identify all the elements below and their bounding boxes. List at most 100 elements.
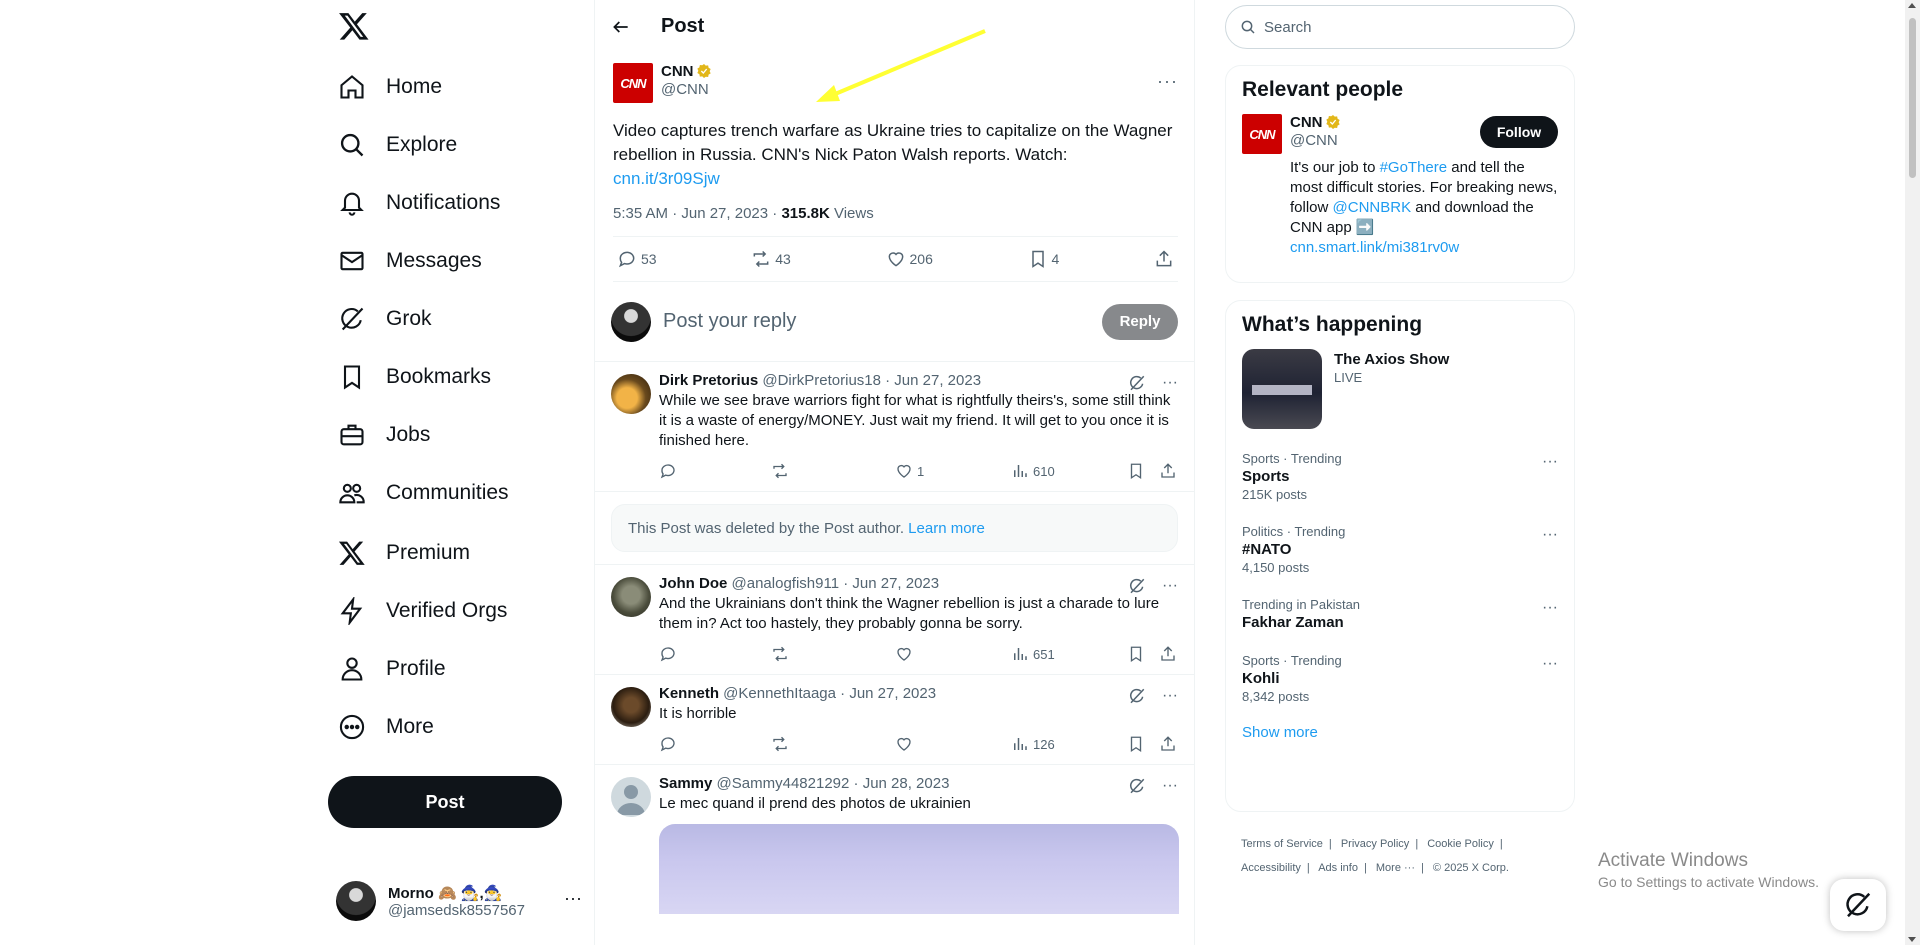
reply-action[interactable] — [659, 735, 677, 753]
reply-item[interactable]: ··· Dirk Pretorius @DirkPretorius18 · Ju… — [595, 362, 1194, 492]
show-more-link[interactable]: Show more — [1242, 724, 1318, 741]
grok-icon[interactable] — [1128, 577, 1146, 595]
like-action[interactable] — [895, 645, 913, 663]
reply-action[interactable] — [659, 462, 677, 480]
more-dots-icon[interactable]: ··· — [1157, 71, 1178, 92]
cnn-avatar[interactable]: CNN — [1242, 114, 1282, 154]
nav-jobs[interactable]: Jobs — [338, 410, 430, 460]
x-logo-icon[interactable] — [338, 10, 378, 50]
post-button[interactable]: Post — [328, 776, 562, 828]
trend-item[interactable]: Sports · Trending Sports 215K posts ··· — [1226, 451, 1574, 502]
reply-date[interactable]: · Jun 27, 2023 — [836, 685, 936, 702]
like-action[interactable]: 1 — [895, 462, 924, 480]
footer-link[interactable]: Ads info — [1318, 862, 1358, 874]
author-name[interactable]: CNN — [661, 63, 694, 80]
footer-link[interactable]: Accessibility — [1241, 862, 1301, 874]
footer-link[interactable]: Cookie Policy — [1427, 838, 1494, 850]
nav-more[interactable]: More — [338, 702, 434, 752]
more-dots-icon[interactable]: ··· — [1542, 453, 1558, 471]
more-dots-icon[interactable]: ··· — [1542, 526, 1558, 544]
reply-item[interactable]: ··· Kenneth @KennethItaaga · Jun 27, 202… — [595, 675, 1194, 765]
nav-bookmarks[interactable]: Bookmarks — [338, 352, 491, 402]
nav-communities[interactable]: Communities — [338, 468, 509, 518]
views-action[interactable]: 610 — [1011, 462, 1055, 480]
like-action[interactable] — [895, 735, 913, 753]
cnn-avatar[interactable]: CNN — [613, 63, 653, 103]
footer-link[interactable]: More ··· — [1376, 862, 1415, 874]
footer-link[interactable]: Privacy Policy — [1341, 838, 1409, 850]
learn-more-link[interactable]: Learn more — [908, 520, 985, 537]
bio-mention-link[interactable]: @CNNBRK — [1333, 199, 1412, 216]
reply-action[interactable]: 53 — [617, 249, 657, 269]
nav-profile[interactable]: Profile — [338, 644, 446, 694]
views-action[interactable]: 651 — [1011, 645, 1055, 663]
default-avatar-icon[interactable] — [611, 777, 651, 817]
trend-item[interactable]: Politics · Trending #NATO 4,150 posts ··… — [1226, 524, 1574, 575]
nav-premium[interactable]: Premium — [338, 528, 470, 578]
repost-action[interactable] — [771, 462, 789, 480]
views-action[interactable]: 126 — [1011, 735, 1055, 753]
scroll-thumb[interactable] — [1909, 18, 1916, 178]
more-dots-icon[interactable]: ··· — [1162, 687, 1178, 705]
relevant-person[interactable]: CNN CNN @CNN Follow It's our job to #GoT… — [1226, 114, 1574, 258]
account-switcher[interactable]: Morno 🙈 🧙‍♂️,🧙‍♂️ @jamsedsk8557567 ··· — [336, 876, 594, 926]
repost-action[interactable] — [771, 645, 789, 663]
post-timestamp[interactable]: 5:35 AM · Jun 27, 2023 · — [613, 205, 781, 222]
nav-explore[interactable]: Explore — [338, 120, 457, 170]
reply-date[interactable]: · Jun 27, 2023 — [881, 372, 981, 389]
grok-icon[interactable] — [1128, 777, 1146, 795]
reply-author-handle[interactable]: @Sammy44821292 — [717, 775, 850, 792]
avatar[interactable] — [611, 577, 651, 617]
post-link[interactable]: cnn.it/3r09Sjw — [613, 169, 720, 188]
more-dots-icon[interactable]: ··· — [1162, 577, 1178, 595]
repost-action[interactable] — [771, 735, 789, 753]
reply-author-name[interactable]: Kenneth — [659, 685, 719, 702]
reply-author-handle[interactable]: @KennethItaaga — [723, 685, 836, 702]
trend-item[interactable]: Trending in Pakistan Fakhar Zaman ··· — [1226, 597, 1574, 631]
reply-item[interactable]: ··· John Doe @analogfish911 · Jun 27, 20… — [595, 565, 1194, 675]
more-dots-icon[interactable]: ··· — [1162, 374, 1178, 392]
reply-author-handle[interactable]: @analogfish911 — [732, 575, 840, 592]
back-arrow-icon[interactable] — [611, 17, 631, 37]
reply-action[interactable] — [659, 645, 677, 663]
reply-item[interactable]: ··· Sammy @Sammy44821292 · Jun 28, 2023 … — [595, 765, 1194, 914]
share-action[interactable] — [1159, 645, 1177, 663]
search-input[interactable]: Search — [1264, 19, 1312, 36]
reply-date[interactable]: · Jun 27, 2023 — [839, 575, 939, 592]
page-scrollbar[interactable] — [1905, 0, 1920, 945]
trend-item[interactable]: Sports · Trending Kohli 8,342 posts ··· — [1226, 653, 1574, 704]
reply-input[interactable]: Post your reply — [663, 310, 1090, 333]
bio-hashtag-link[interactable]: #GoThere — [1380, 159, 1448, 176]
avatar[interactable] — [611, 374, 651, 414]
reply-author-name[interactable]: Dirk Pretorius — [659, 372, 758, 389]
nav-grok[interactable]: Grok — [338, 294, 432, 344]
more-dots-icon[interactable]: ··· — [1542, 655, 1558, 673]
more-dots-icon[interactable]: ··· — [1542, 599, 1558, 617]
follow-button[interactable]: Follow — [1480, 116, 1558, 148]
grok-icon[interactable] — [1128, 687, 1146, 705]
nav-verified-orgs[interactable]: Verified Orgs — [338, 586, 507, 636]
nav-messages[interactable]: Messages — [338, 236, 482, 286]
relevant-name[interactable]: CNN — [1290, 114, 1323, 131]
share-action[interactable] — [1159, 735, 1177, 753]
scroll-down-arrow-icon[interactable] — [1908, 937, 1916, 942]
reply-author-name[interactable]: Sammy — [659, 775, 712, 792]
share-action[interactable] — [1159, 462, 1177, 480]
post-author[interactable]: CNN CNN @CNN — [613, 63, 1178, 107]
grok-icon[interactable] — [1128, 374, 1146, 392]
search-field[interactable]: Search — [1225, 5, 1575, 49]
like-action[interactable]: 206 — [886, 249, 933, 269]
avatar[interactable] — [611, 687, 651, 727]
nav-notifications[interactable]: Notifications — [338, 178, 500, 228]
more-dots-icon[interactable]: ··· — [1162, 777, 1178, 795]
bookmark-action[interactable] — [1127, 645, 1145, 663]
repost-action[interactable]: 43 — [751, 249, 791, 269]
more-dots-icon[interactable]: ··· — [564, 888, 582, 909]
relevant-handle[interactable]: @CNN — [1290, 132, 1341, 149]
footer-link[interactable]: Terms of Service — [1241, 838, 1323, 850]
share-action[interactable] — [1154, 249, 1174, 269]
reply-author-handle[interactable]: @DirkPretorius18 — [762, 372, 881, 389]
nav-home[interactable]: Home — [338, 62, 442, 112]
bio-link[interactable]: cnn.smart.link/mi381rv0w — [1290, 239, 1459, 256]
reply-date[interactable]: · Jun 28, 2023 — [849, 775, 950, 792]
